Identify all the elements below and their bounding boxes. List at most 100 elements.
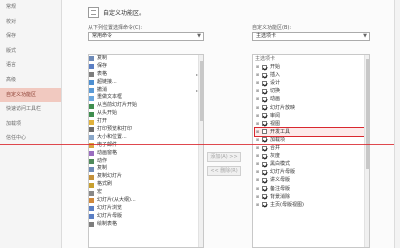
tab-checkbox[interactable] bbox=[262, 113, 267, 119]
commands-scrollbar[interactable] bbox=[198, 55, 203, 247]
ribbon-tab-item[interactable]: ⊞ 插入 bbox=[255, 71, 369, 79]
sidebar-item[interactable]: 语言 bbox=[0, 58, 61, 73]
command-item[interactable]: 幻灯片母版 bbox=[89, 213, 203, 221]
sidebar-item[interactable]: 自定义功能区 bbox=[0, 87, 61, 103]
add-button[interactable]: 添加(A) >> bbox=[207, 152, 241, 162]
tab-label: 插入 bbox=[270, 72, 281, 79]
sidebar-item[interactable]: 保存 bbox=[0, 29, 61, 44]
ribbon-tab-item[interactable]: ⊞ 主页(母版视图) bbox=[255, 201, 369, 209]
expand-icon[interactable]: ⊞ bbox=[255, 71, 260, 79]
scrollbar-thumb[interactable] bbox=[366, 59, 369, 169]
tab-checkbox[interactable] bbox=[262, 64, 267, 70]
ribbon-tab-item[interactable]: ⊞ 设计 bbox=[255, 79, 369, 87]
ribbon-tab-item[interactable]: ⊞ 背景消除 bbox=[255, 193, 369, 201]
tab-checkbox[interactable] bbox=[262, 145, 267, 151]
tab-checkbox[interactable] bbox=[262, 161, 267, 167]
ribbon-tab-item[interactable]: ⊞ 加载项 bbox=[255, 136, 369, 144]
ribbon-tab-item[interactable]: ⊞ 开发工具 bbox=[254, 126, 369, 137]
expand-icon[interactable]: ⊞ bbox=[255, 168, 260, 176]
ribbon-tab-item[interactable]: ⊞ 幻灯片母版 bbox=[255, 168, 369, 176]
tab-checkbox[interactable] bbox=[262, 121, 267, 127]
command-item[interactable]: 复制 bbox=[89, 55, 203, 63]
dialog-header: 自定义功能区。 bbox=[88, 4, 145, 20]
command-item[interactable]: 保存 bbox=[89, 63, 203, 71]
command-icon bbox=[89, 214, 94, 220]
command-item[interactable]: 幻灯片浏览 bbox=[89, 205, 203, 213]
ribbon-tab-item[interactable]: ⊞ 审阅 bbox=[255, 112, 369, 120]
tab-label: 合并 bbox=[270, 145, 281, 152]
sidebar-item[interactable]: 版式 bbox=[0, 44, 61, 59]
tab-checkbox[interactable] bbox=[262, 177, 267, 183]
tab-checkbox[interactable] bbox=[262, 97, 267, 103]
tree-scrollbar[interactable] bbox=[364, 55, 369, 247]
ribbon-tab-item[interactable]: ⊞ 黑白模式 bbox=[255, 160, 369, 168]
choose-commands-dropdown[interactable]: 常用命令 ▼ bbox=[88, 32, 204, 41]
command-item[interactable]: 幻灯片(从大纲)... bbox=[89, 197, 203, 205]
tab-checkbox[interactable] bbox=[262, 80, 267, 86]
expand-icon[interactable]: ⊞ bbox=[255, 193, 260, 201]
command-item[interactable]: 从头开始 bbox=[89, 110, 203, 118]
ribbon-tab-item[interactable]: ⊞ 讲义母版 bbox=[255, 176, 369, 184]
ribbon-tab-item[interactable]: ⊞ 合并 bbox=[255, 144, 369, 152]
command-icon bbox=[89, 159, 94, 165]
ribbon-tab-item[interactable]: ⊞ 视图 bbox=[255, 120, 369, 128]
expand-icon[interactable]: ⊞ bbox=[255, 87, 260, 95]
expand-icon[interactable]: ⊞ bbox=[255, 128, 260, 136]
expand-icon[interactable]: ⊞ bbox=[255, 136, 260, 144]
command-item[interactable]: 表格 ▸ bbox=[89, 71, 203, 79]
expand-icon[interactable]: ⊞ bbox=[255, 160, 260, 168]
remove-button[interactable]: << 删除(R) bbox=[207, 166, 241, 176]
command-label: 打印预览和打印 bbox=[97, 126, 133, 133]
command-icon bbox=[89, 182, 94, 188]
command-icon bbox=[89, 103, 94, 109]
expand-icon[interactable]: ⊞ bbox=[255, 152, 260, 160]
tab-checkbox[interactable] bbox=[262, 129, 267, 135]
expand-icon[interactable]: ⊞ bbox=[255, 201, 260, 209]
command-item[interactable]: 打开 bbox=[89, 118, 203, 126]
tab-checkbox[interactable] bbox=[262, 153, 267, 159]
tab-checkbox[interactable] bbox=[262, 105, 267, 111]
sidebar-item[interactable]: 常规 bbox=[0, 0, 61, 15]
tab-checkbox[interactable] bbox=[262, 137, 267, 143]
expand-icon[interactable]: ⊞ bbox=[255, 176, 260, 184]
command-item[interactable]: 大小和位置... bbox=[89, 134, 203, 142]
expand-icon[interactable]: ⊞ bbox=[255, 144, 260, 152]
scrollbar-thumb[interactable] bbox=[200, 61, 203, 121]
command-item[interactable]: 电子邮件 bbox=[89, 142, 203, 150]
expand-icon[interactable]: ⊞ bbox=[255, 104, 260, 112]
expand-icon[interactable]: ⊞ bbox=[255, 95, 260, 103]
tab-checkbox[interactable] bbox=[262, 72, 267, 78]
command-item[interactable]: 绘制表格 bbox=[89, 221, 203, 229]
ribbon-tab-item[interactable]: ⊞ 备注母版 bbox=[255, 185, 369, 193]
ribbon-tab-item[interactable]: ⊞ 灰度 bbox=[255, 152, 369, 160]
tab-checkbox[interactable] bbox=[262, 88, 267, 94]
expand-icon[interactable]: ⊞ bbox=[255, 120, 260, 128]
commands-list[interactable]: 复制 保存 表格 ▸ 超链接... 撤消 ▸ 重做文本框 从当前幻灯片开始 从头开始 打开 打印预览和… bbox=[88, 54, 204, 248]
command-item[interactable]: 宏 bbox=[89, 189, 203, 197]
command-icon bbox=[89, 56, 94, 62]
choose-commands-value: 常用命令 bbox=[92, 33, 113, 39]
ribbon-tabs-tree[interactable]: 主选项卡 ⊞ 开始 ⊞ 插入 ⊞ 设计 ⊞ 切换 ⊞ 动画 ⊞ 幻灯片放映 ⊞ 审阅 ⊞ 视图 ⊞ 开发工具 ⊞ 加载… bbox=[252, 54, 370, 248]
tab-checkbox[interactable] bbox=[262, 194, 267, 200]
command-item[interactable]: 打印预览和打印 bbox=[89, 126, 203, 134]
tab-checkbox[interactable] bbox=[262, 186, 267, 192]
expand-icon[interactable]: ⊞ bbox=[255, 185, 260, 193]
expand-icon[interactable]: ⊞ bbox=[255, 63, 260, 71]
command-label: 幻灯片浏览 bbox=[97, 204, 123, 211]
sidebar-item[interactable]: 校对 bbox=[0, 15, 61, 30]
ribbon-tab-item[interactable]: ⊞ 幻灯片放映 bbox=[255, 104, 369, 112]
tab-checkbox[interactable] bbox=[262, 169, 267, 175]
sidebar-item[interactable]: 高级 bbox=[0, 73, 61, 88]
command-item[interactable]: 超链接... bbox=[89, 79, 203, 87]
expand-icon[interactable]: ⊞ bbox=[255, 112, 260, 120]
tab-checkbox[interactable] bbox=[262, 202, 267, 208]
sidebar-item[interactable]: 快速访问工具栏 bbox=[0, 102, 61, 117]
ribbon-tab-item[interactable]: ⊞ 开始 bbox=[255, 63, 369, 71]
command-item[interactable]: 动画窗格 bbox=[89, 150, 203, 158]
command-item[interactable]: 格式刷 bbox=[89, 181, 203, 189]
expand-icon[interactable]: ⊞ bbox=[255, 79, 260, 87]
ribbon-tab-item[interactable]: ⊞ 动画 bbox=[255, 95, 369, 103]
customize-ribbon-dropdown[interactable]: 主选项卡 ▼ bbox=[252, 32, 370, 41]
ribbon-tab-item[interactable]: ⊞ 切换 bbox=[255, 87, 369, 95]
sidebar-item[interactable]: 加载项 bbox=[0, 117, 61, 132]
